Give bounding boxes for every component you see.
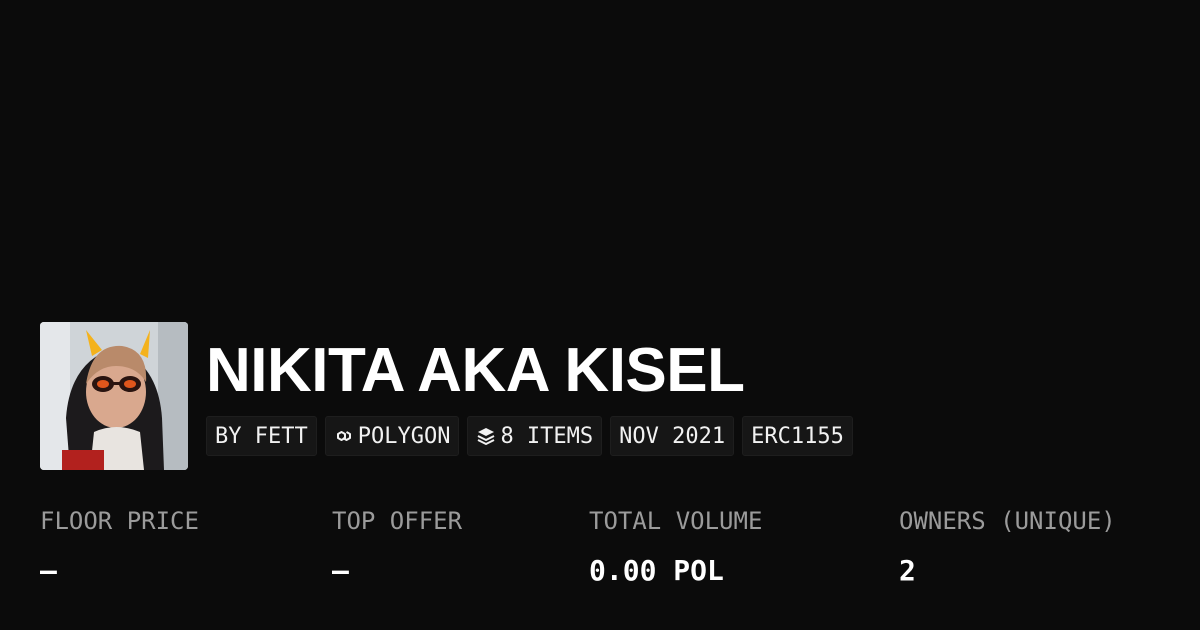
total-volume-value: 0.00 POL — [589, 554, 724, 587]
collection-stats: FLOOR PRICE — TOP OFFER — TOTAL VOLUME 0… — [40, 505, 1180, 605]
chain-tag-label: POLYGON — [357, 423, 451, 449]
items-tag-label: 8 ITEMS — [500, 423, 594, 449]
collection-title: NIKITA AKA KISEL — [206, 336, 745, 405]
total-volume-stat: TOTAL VOLUME 0.00 POL — [589, 505, 762, 591]
collection-avatar-photo — [40, 322, 188, 470]
top-offer-label: TOP OFFER — [332, 507, 463, 535]
collection-avatar[interactable] — [40, 322, 188, 470]
owners-stat: OWNERS (UNIQUE) 2 — [899, 505, 1116, 591]
creator-tag[interactable]: BY FETT — [206, 416, 317, 456]
owners-value: 2 — [899, 554, 916, 587]
chain-tag[interactable]: POLYGON — [324, 416, 460, 456]
top-offer-value: — — [332, 554, 349, 587]
standard-tag: ERC1155 — [742, 416, 853, 456]
floor-price-label: FLOOR PRICE — [40, 507, 199, 535]
collection-info: NIKITA AKA KISEL BY FETT POLYGON 8 ITEMS… — [206, 338, 853, 456]
date-tag: NOV 2021 — [610, 416, 735, 456]
total-volume-label: TOTAL VOLUME — [589, 507, 763, 535]
date-tag-label: NOV 2021 — [619, 423, 726, 449]
standard-tag-label: ERC1155 — [751, 423, 844, 449]
items-tag[interactable]: 8 ITEMS — [467, 416, 603, 456]
owners-label: OWNERS (UNIQUE) — [899, 507, 1116, 535]
floor-price-value: — — [40, 554, 57, 587]
polygon-logo-icon — [334, 426, 354, 446]
collection-preview-card: { "collection": { "title": "NIKITA AKA K… — [0, 0, 1200, 630]
collection-header: NIKITA AKA KISEL BY FETT POLYGON 8 ITEMS… — [40, 322, 853, 470]
top-offer-stat: TOP OFFER — — [332, 505, 462, 591]
collection-tags: BY FETT POLYGON 8 ITEMS NOV 2021 ERC1155 — [206, 416, 853, 456]
creator-tag-label: BY FETT — [215, 423, 308, 449]
floor-price-stat: FLOOR PRICE — — [40, 505, 199, 591]
layers-icon — [476, 426, 496, 446]
